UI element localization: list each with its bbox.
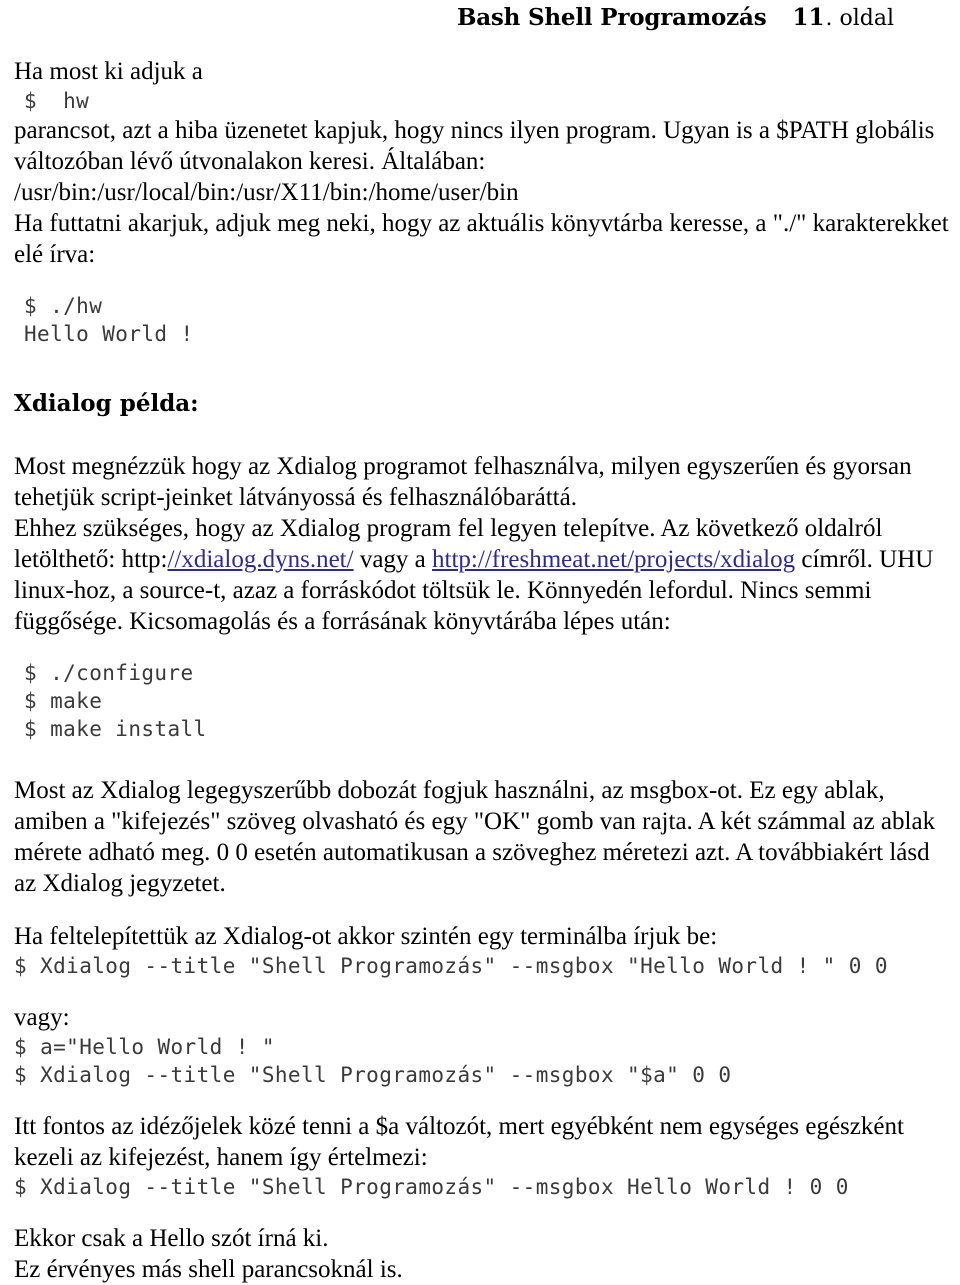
code-xdialog-msgbox-variable: $ a="Hello World ! " $ Xdialog --title "… [14,1035,732,1087]
code-xdialog-msgbox-unquoted: $ Xdialog --title "Shell Programozás" --… [14,1175,849,1199]
section-heading-xdialog: Xdialog példa: [14,390,199,417]
document-title: Bash Shell Programozás [456,4,767,31]
closing-line-1: Ekkor csak a Hello szót írná ki. [14,1225,329,1252]
closing-line-2: Ez érvényes más shell parancsoknál is. [14,1256,403,1283]
page-number: 11 [792,4,825,31]
intro-paragraph-1: parancsot, azt a hiba üzenetet kapjuk, h… [14,117,935,175]
code-hw-command: $ hw [24,89,90,113]
intro-paragraph-2: Ha futtatni akarjuk, adjuk meg neki, hog… [14,210,949,268]
link-freshmeat-xdialog[interactable]: http://freshmeat.net/projects/xdialog [432,546,795,573]
page-header: Bash Shell Programozás 11 . oldal [10,0,950,34]
link-xdialog-dyns-net[interactable]: //xdialog.dyns.net/ [167,546,353,573]
document-page: Bash Shell Programozás 11 . oldal Ha mos… [0,0,960,1283]
xdialog-download-paragraph: Ehhez szükséges, hogy az Xdialog program… [14,513,950,637]
page-content: Ha most ki adjuk a $ hw parancsot, azt a… [10,34,950,1285]
code-build-steps: $ ./configure $ make $ make install [24,661,207,741]
msgbox-description-paragraph: Most az Xdialog legegyszerűbb dobozát fo… [14,777,936,897]
intro-line-1: Ha most ki adjuk a [14,58,203,85]
xdialog-intro-text-1: Most megnézzük hogy az Xdialog programot… [14,453,912,511]
page-number-label: . oldal [825,6,894,31]
xdialog-intro-paragraph: Most megnézzük hogy az Xdialog programot… [14,451,950,513]
path-listing-line: /usr/bin:/usr/local/bin:/usr/X11/bin:/ho… [14,179,519,206]
terminal-instruction-line: Ha feltelepítettük az Xdialog-ot akkor s… [14,923,718,950]
vagy-label: vagy: [14,1004,70,1031]
between-links-text: vagy a [353,546,433,573]
quoting-explanation-paragraph: Itt fontos az idézőjelek közé tenni a $a… [14,1113,904,1171]
code-xdialog-msgbox-literal: $ Xdialog --title "Shell Programozás" --… [14,954,888,978]
code-run-hw: $ ./hw Hello World ! [24,294,194,346]
